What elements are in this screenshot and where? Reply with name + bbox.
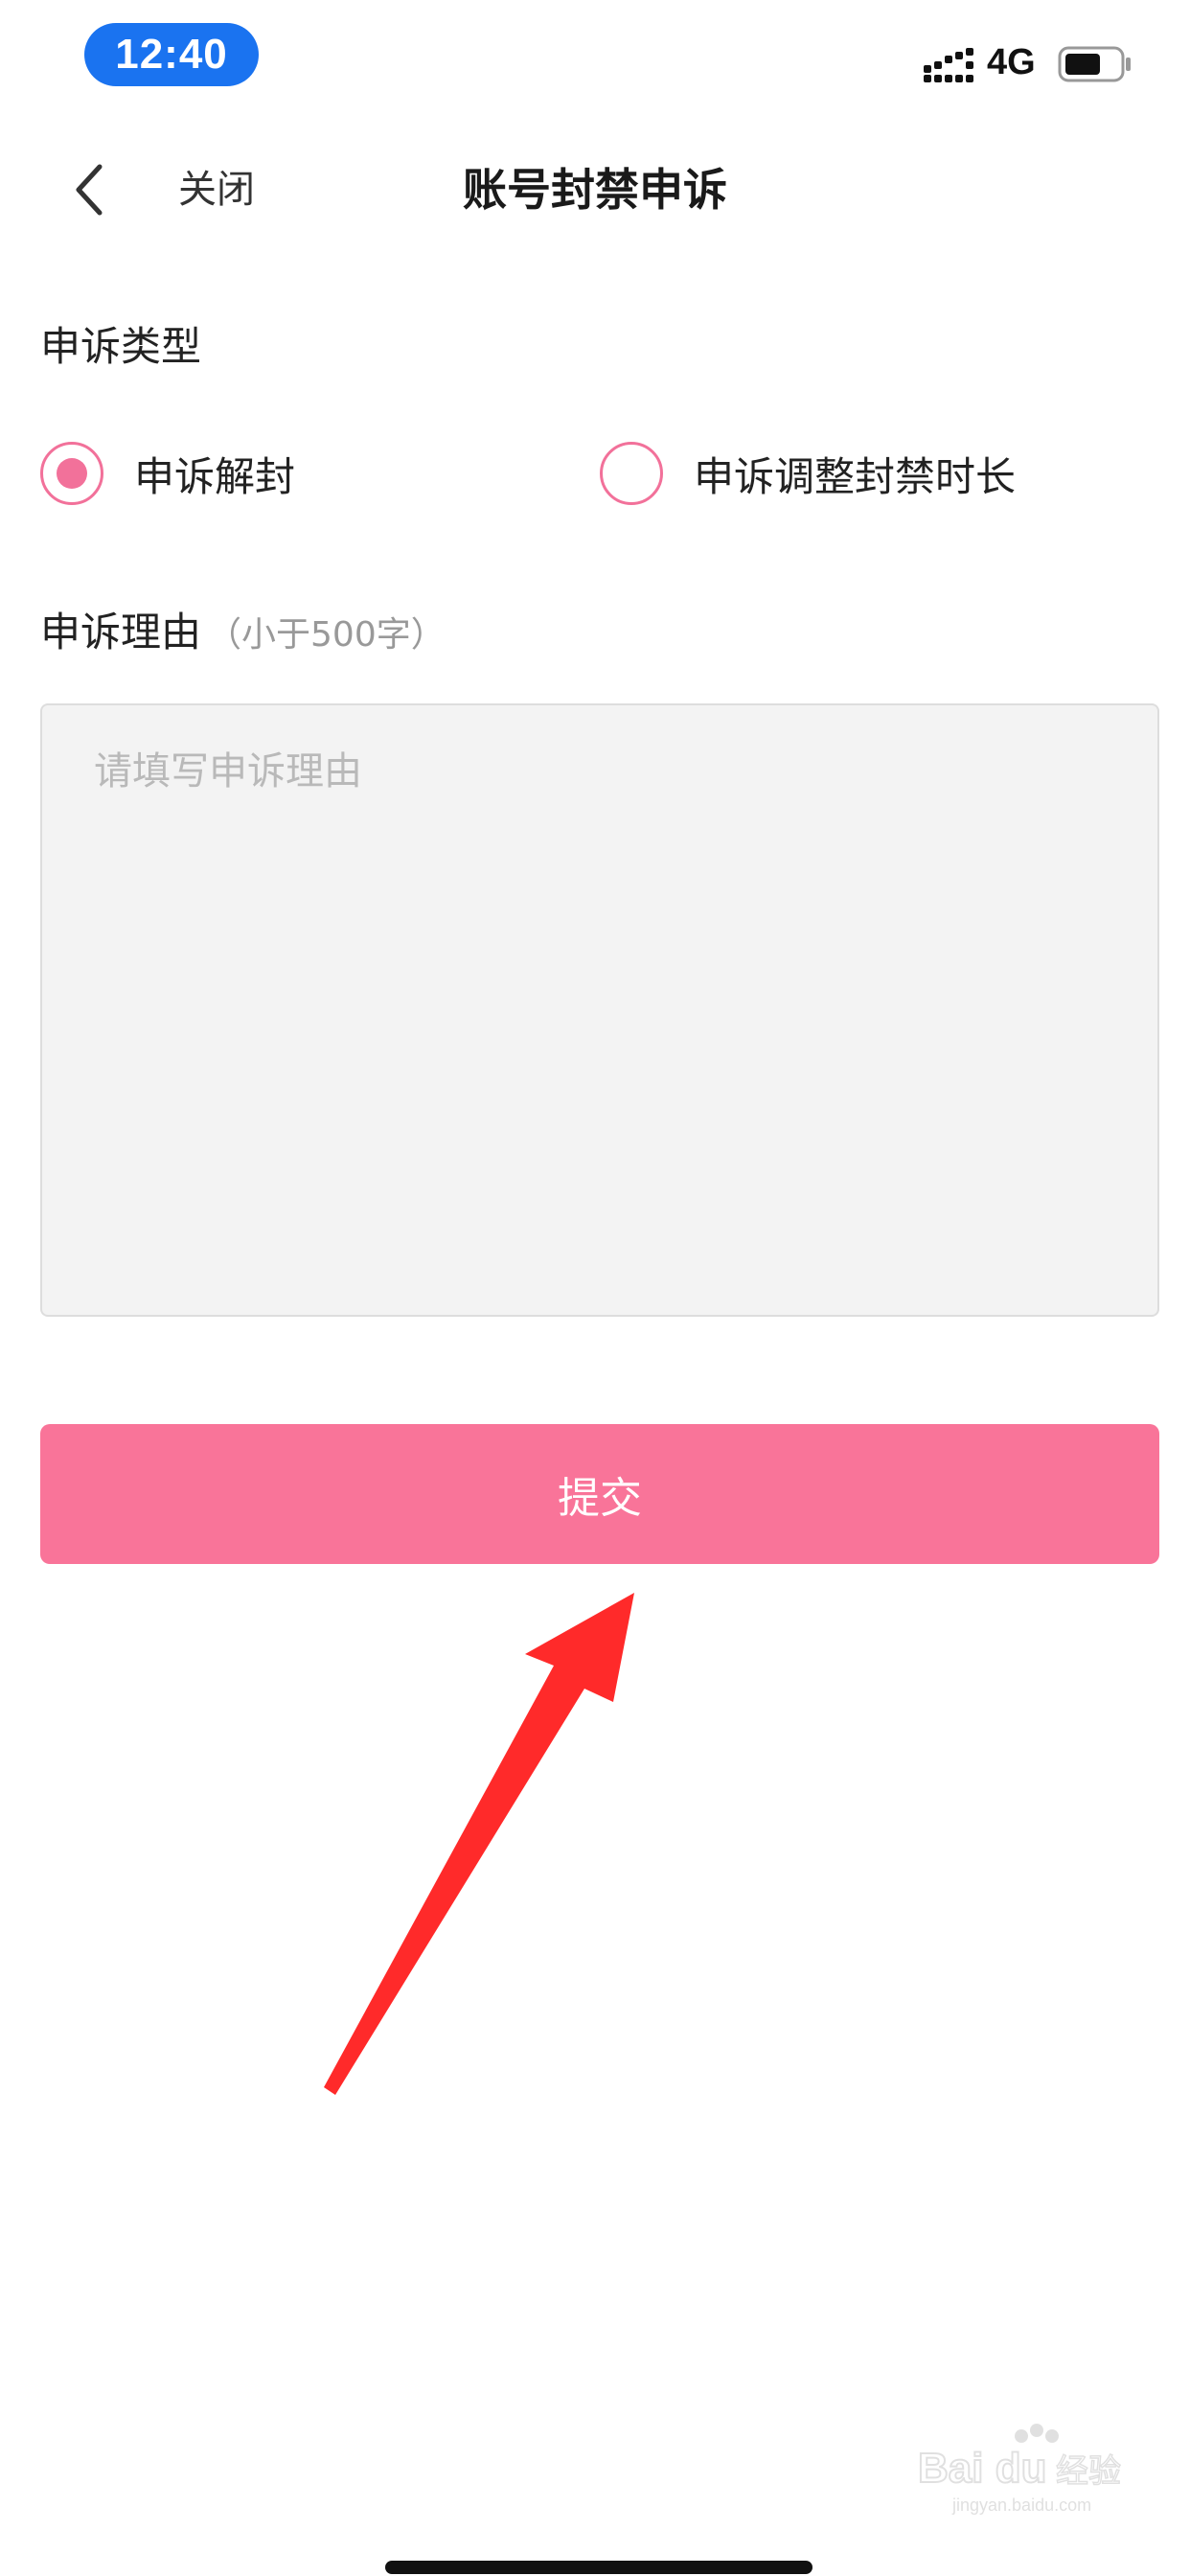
reason-label-text: 申诉理由 — [40, 609, 202, 656]
svg-text:经验: 经验 — [1056, 2452, 1121, 2491]
status-time: 12:40 — [84, 23, 259, 86]
reason-length-hint: （小于500字） — [207, 615, 446, 655]
signal-icon — [924, 48, 973, 82]
svg-text:jingyan.baidu.com: jingyan.baidu.com — [951, 2496, 1091, 2515]
radio-option-adjust-duration[interactable]: 申诉调整封禁时长 — [600, 437, 1016, 510]
home-indicator[interactable] — [385, 2561, 812, 2574]
baidu-jingyan-watermark-icon: Bai du 经验 jingyan.baidu.com — [917, 2424, 1122, 2515]
radio-option-unban[interactable]: 申诉解封 — [40, 437, 295, 510]
appeal-type-label: 申诉类型 — [40, 323, 202, 370]
page-title: 账号封禁申诉 — [463, 164, 727, 216]
network-type: 4G — [987, 42, 1036, 82]
radio-label: 申诉调整封禁时长 — [694, 452, 1017, 500]
radio-label: 申诉解封 — [134, 452, 296, 500]
submit-button[interactable]: 提交 — [40, 1424, 1159, 1564]
radio-unselected-icon[interactable] — [600, 442, 663, 505]
appeal-reason-label: 申诉理由 （小于500字） — [40, 606, 446, 662]
svg-text:Bai du: Bai du — [918, 2445, 1046, 2492]
radio-selected-icon[interactable] — [40, 442, 103, 505]
battery-icon — [1058, 46, 1131, 82]
reason-textarea[interactable] — [40, 703, 1159, 1317]
radio-dot — [57, 458, 87, 489]
